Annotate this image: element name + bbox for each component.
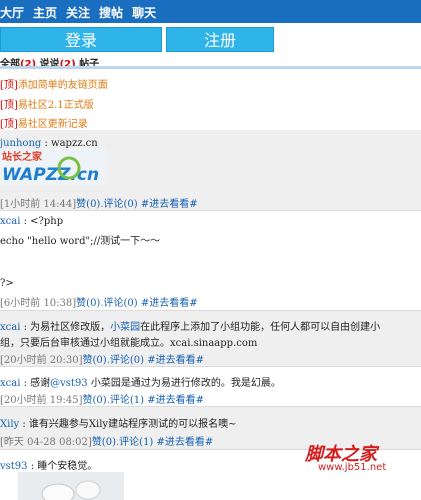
post-sep: : xyxy=(20,378,31,389)
register-button[interactable]: 注册 xyxy=(166,27,274,52)
auth-buttons: 登录 注册 xyxy=(0,27,421,52)
post-body: 谁有兴趣参与Xily建站程序测试的可以报名噢~ xyxy=(28,419,237,430)
pinned-title: 易社区更新记录 xyxy=(17,119,88,130)
go-link[interactable]: #进去看看# xyxy=(141,199,198,210)
go-link[interactable]: #进去看看# xyxy=(157,437,214,448)
like-link[interactable]: 赞(0) xyxy=(76,298,100,309)
login-button[interactable]: 登录 xyxy=(0,27,162,52)
logo-text: 站长之家 xyxy=(2,150,43,163)
post-author[interactable]: vst93 xyxy=(0,461,28,472)
post-sep: : xyxy=(19,419,29,430)
like-link[interactable]: 赞(0) xyxy=(83,355,107,366)
comment-link[interactable]: 评论(0) xyxy=(110,355,144,366)
nav-links: 大厅 主页 关注 搜帖 聊天 xyxy=(0,4,156,21)
post-body: 感谢 xyxy=(30,378,51,389)
logo-sub: WAPZZ.cn xyxy=(2,165,99,185)
comment-link[interactable]: 评论(1) xyxy=(119,437,153,448)
post-body: 在此程序上添加了小组功能，任何人都可以自由创建小 xyxy=(140,322,381,333)
pinned-title: 添加简单的友链页面 xyxy=(17,80,108,91)
post-author[interactable]: Xily xyxy=(0,419,19,430)
nav-follow[interactable]: 关注 xyxy=(66,4,90,21)
post-image[interactable] xyxy=(18,472,124,500)
comment-link[interactable]: 评论(0) xyxy=(104,199,138,210)
pinned-item[interactable]: [顶]易社区更新记录 xyxy=(0,115,88,130)
post-body: 睡个安稳觉。 xyxy=(37,461,98,472)
post-divider xyxy=(0,210,421,211)
nav-chat[interactable]: 聊天 xyxy=(132,4,156,21)
post-meta: [6小时前 10:38]赞(0).评论(0) #进去看看# xyxy=(0,298,198,309)
post-meta: [20小时前 19:45]赞(0).评论(1) #进去看看# xyxy=(0,395,205,406)
wapzz-logo-image: 站长之家 WAPZZ.cn xyxy=(0,148,106,185)
post-sep: : xyxy=(20,216,31,227)
like-link[interactable]: 赞(0) xyxy=(83,395,107,406)
post-body: 小菜园是通过为易进行修改的。我是幻晨。 xyxy=(87,378,281,389)
post-body: 为易社区修改版， xyxy=(30,322,111,333)
comment-link[interactable]: 评论(0) xyxy=(104,298,138,309)
post-author[interactable]: xcai xyxy=(0,322,20,333)
post-time: [20小时前 20:30] xyxy=(0,355,83,366)
post-meta: [20小时前 20:30]赞(0).评论(0) #进去看看# xyxy=(0,355,205,366)
go-link[interactable]: #进去看看# xyxy=(141,298,198,309)
post-header: xcai : 为易社区修改版，小菜园在此程序上添加了小组功能，任何人都可以自由创… xyxy=(0,318,380,333)
watermark-url: www.jb51.net xyxy=(318,462,387,473)
post-code-line: ?> xyxy=(0,278,14,289)
like-link[interactable]: 赞(0) xyxy=(76,199,100,210)
top-nav-bar: 大厅 主页 关注 搜帖 聊天 xyxy=(0,0,421,23)
post-time: [昨天 04-28 08:02] xyxy=(0,437,92,448)
pinned-title: 易社区2.1正式版 xyxy=(17,100,94,111)
pinned-tag: [顶] xyxy=(0,100,18,111)
post-time: [6小时前 10:38] xyxy=(0,298,77,309)
group-link[interactable]: 小菜园 xyxy=(110,322,140,333)
nav-search[interactable]: 搜帖 xyxy=(99,4,123,21)
post-header: Xily : 谁有兴趣参与Xily建站程序测试的可以报名噢~ xyxy=(0,415,236,430)
comment-link[interactable]: 评论(1) xyxy=(110,395,144,406)
post-author[interactable]: xcai xyxy=(0,378,20,389)
nav-hall[interactable]: 大厅 xyxy=(0,4,24,21)
post-code-line: <?php xyxy=(30,216,64,227)
post-time: [20小时前 19:45] xyxy=(0,395,83,406)
post-time: [1小时前 14:44] xyxy=(0,199,77,210)
pinned-item[interactable]: [顶]易社区2.1正式版 xyxy=(0,96,94,111)
go-link[interactable]: #进去看看# xyxy=(147,395,204,406)
mention-link[interactable]: @vst93 xyxy=(50,378,88,389)
post-sep: : xyxy=(20,322,31,333)
post-divider xyxy=(0,366,421,367)
nav-home[interactable]: 主页 xyxy=(33,4,57,21)
divider xyxy=(0,66,421,69)
post-sep: : xyxy=(27,461,38,472)
pinned-item[interactable]: [顶]添加简单的友链页面 xyxy=(0,76,108,91)
post-header: xcai : 感谢@vst93 小菜园是通过为易进行修改的。我是幻晨。 xyxy=(0,374,281,389)
go-link[interactable]: #进去看看# xyxy=(147,355,204,366)
post-meta: [昨天 04-28 08:02]赞(0).评论(1) #进去看看# xyxy=(0,437,214,448)
post-meta: [1小时前 14:44]赞(0).评论(0) #进去看看# xyxy=(0,199,198,210)
post-header: vst93 : 睡个安稳觉。 xyxy=(0,457,97,472)
post-body: 组，只要后台审核通过小组就能成立。xcai.sinaapp.com xyxy=(0,338,258,349)
post-code-line: echo "hello word";//测试一下～～ xyxy=(0,236,161,247)
like-link[interactable]: 赞(0) xyxy=(92,437,116,448)
post-header: xcai : <?php xyxy=(0,216,63,227)
pinned-tag: [顶] xyxy=(0,119,18,130)
post-author[interactable]: xcai xyxy=(0,216,20,227)
pinned-tag: [顶] xyxy=(0,80,18,91)
